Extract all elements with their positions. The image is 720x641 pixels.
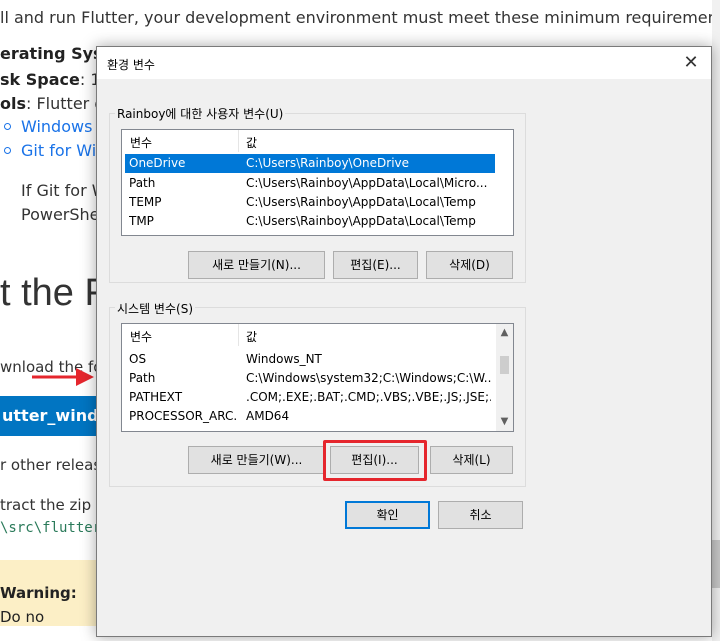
column-separator[interactable] (238, 130, 239, 152)
system-delete-button[interactable]: 삭제(L) (430, 446, 513, 474)
list-item[interactable]: TMP C:\Users\Rainboy\AppData\Local\Temp (125, 212, 495, 231)
red-highlight-box (323, 440, 427, 481)
variable-name: Path (129, 371, 156, 385)
user-delete-button[interactable]: 삭제(D) (426, 251, 513, 279)
system-variables-label: 시스템 변수(S) (115, 300, 195, 317)
bullet-icon (4, 147, 11, 154)
column-header-value[interactable]: 값 (246, 328, 257, 345)
list-item[interactable]: Path C:\Windows\system32;C:\Windows;C:\W… (125, 369, 495, 388)
ok-button[interactable]: 확인 (345, 501, 430, 529)
variable-value: C:\Users\Rainboy\AppData\Local\Temp (246, 195, 476, 209)
list-item[interactable]: PATHEXT .COM;.EXE;.BAT;.CMD;.VBS;.VBE;.J… (125, 388, 495, 407)
warning-label: Warning: (0, 584, 77, 602)
intro-text: ll and run Flutter, your development env… (0, 8, 720, 27)
column-separator[interactable] (238, 324, 239, 346)
variable-value: AMD64 (246, 409, 290, 423)
column-header-variable[interactable]: 변수 (130, 328, 152, 345)
system-new-button[interactable]: 새로 만들기(W)... (188, 446, 325, 474)
page-scrollbar-thumb[interactable] (712, 540, 720, 588)
link-git-for-windows[interactable]: Git for Win (21, 141, 106, 160)
user-edit-button[interactable]: 편집(E)... (333, 251, 418, 279)
system-variables-list[interactable]: 변수 값 OS Windows_NT Path C:\Windows\syste… (121, 323, 514, 432)
variable-value: C:\Users\Rainboy\AppData\Local\Micro... (246, 176, 488, 190)
dialog-titlebar[interactable]: 환경 변수 ✕ (97, 47, 711, 79)
scrollbar-thumb[interactable] (500, 356, 509, 374)
variable-name: OneDrive (129, 156, 186, 170)
red-arrow-annotation (32, 368, 94, 386)
variable-value: Windows_NT (246, 352, 322, 366)
list-header: 변수 값 (122, 324, 497, 346)
user-variables-list[interactable]: 변수 값 OneDrive C:\Users\Rainboy\OneDrive … (121, 129, 514, 236)
column-header-variable[interactable]: 변수 (130, 134, 152, 151)
bullet-icon (4, 123, 11, 130)
variable-name: OS (129, 352, 147, 366)
list-item[interactable]: TEMP C:\Users\Rainboy\AppData\Local\Temp (125, 193, 495, 212)
variable-name: TEMP (129, 195, 162, 209)
disk-label: sk Space (0, 70, 80, 89)
extract-text: tract the zip fi (0, 496, 106, 514)
variable-value: C:\Windows\system32;C:\Windows;C:\W... (246, 371, 491, 385)
git-note-line2: PowerShel (21, 205, 104, 224)
variable-value: C:\Users\Rainboy\AppData\Local\Temp (246, 214, 476, 228)
tools-label: ols (0, 94, 26, 113)
code-path: \src\flutter (0, 520, 102, 536)
system-list-scrollbar[interactable]: ▲ ▼ (496, 324, 513, 431)
warning-body: Do no (0, 608, 45, 626)
environment-variables-dialog: 환경 변수 ✕ Rainboy에 대한 사용자 변수(U) 변수 값 OneDr… (96, 46, 712, 637)
dialog-title: 환경 변수 (107, 58, 155, 72)
download-button[interactable]: utter_window (0, 396, 110, 436)
variable-name: Path (129, 176, 156, 190)
list-item[interactable]: Path C:\Users\Rainboy\AppData\Local\Micr… (125, 174, 495, 193)
scroll-down-icon[interactable]: ▼ (496, 413, 513, 430)
cancel-button[interactable]: 취소 (438, 501, 523, 529)
list-item[interactable]: OS Windows_NT (125, 350, 495, 369)
user-variables-label: Rainboy에 대한 사용자 변수(U) (115, 105, 286, 122)
variable-name: TMP (129, 214, 154, 228)
list-item[interactable]: OneDrive C:\Users\Rainboy\OneDrive (125, 154, 495, 173)
warning-text: Warning: Do no (0, 584, 77, 626)
git-note-line1: If Git for W (21, 181, 108, 200)
warning-box: Warning: Do no (0, 560, 110, 626)
link-windows-powershell[interactable]: Windows P (21, 117, 107, 136)
variable-value: .COM;.EXE;.BAT;.CMD;.VBS;.VBE;.JS;.JSE;.… (246, 390, 491, 404)
list-item[interactable]: PROCESSOR_ARC... AMD64 (125, 407, 495, 426)
close-icon[interactable]: ✕ (679, 51, 703, 75)
user-new-button[interactable]: 새로 만들기(N)... (188, 251, 325, 279)
other-releases-text: r other release (0, 456, 111, 474)
variable-name: PROCESSOR_ARC... (129, 409, 237, 423)
list-header: 변수 값 (122, 130, 513, 152)
section-heading: t the F (0, 272, 108, 314)
variable-name: PATHEXT (129, 390, 183, 404)
scroll-up-icon[interactable]: ▲ (496, 324, 513, 341)
variable-value: C:\Users\Rainboy\OneDrive (246, 156, 410, 170)
column-header-value[interactable]: 값 (246, 134, 257, 151)
